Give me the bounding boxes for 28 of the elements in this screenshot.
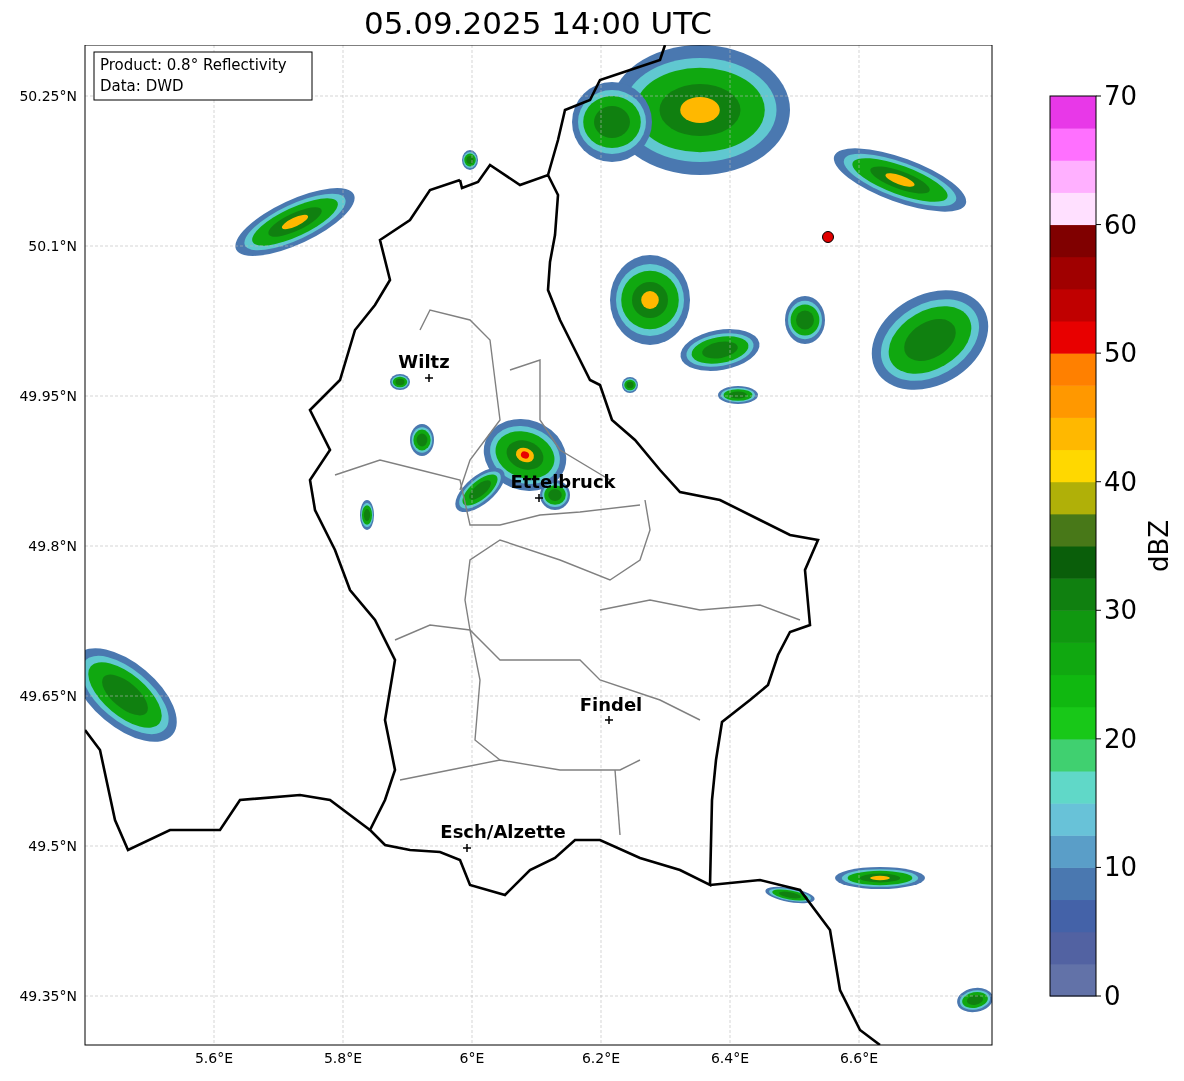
map-title: 05.09.2025 14:00 UTC [364, 4, 712, 41]
latitude-tick-label: 49.5°N [28, 838, 77, 854]
info-text: Data: DWD [100, 77, 184, 95]
latitude-tick-label: 49.8°N [28, 538, 77, 554]
longitude-tick-label: 6°E [459, 1050, 485, 1066]
city-label: Esch/Alzette [440, 821, 566, 842]
colorbar-axis-label: dBZ [1144, 519, 1174, 573]
latitude-tick-label: 50.1°N [28, 238, 77, 254]
colorbar-tick-label: 10 [1104, 852, 1138, 883]
latitude-tick-label: 49.35°N [19, 988, 77, 1004]
colorbar-tick-label: 20 [1104, 723, 1138, 754]
colorbar-tick-label: 70 [1104, 81, 1138, 111]
longitude-tick-label: 6.2°E [581, 1050, 621, 1066]
longitude-tick-label: 5.8°E [323, 1050, 363, 1066]
latitude-tick-label: 49.95°N [19, 388, 77, 404]
colorbar-tick-label: 50 [1104, 338, 1138, 369]
colorbar-tick-label: 40 [1104, 466, 1138, 497]
city-label: Wiltz [398, 351, 450, 372]
latitude-tick-label: 49.65°N [19, 688, 77, 704]
longitude-tick-label: 5.6°E [194, 1050, 234, 1066]
colorbar-tick-label: 60 [1104, 209, 1138, 240]
latitude-tick-label: 50.25°N [19, 88, 77, 104]
info-text: Product: 0.8° Reflectivity [100, 56, 287, 74]
colorbar-tick-label: 30 [1104, 595, 1138, 626]
longitude-tick-label: 6.4°E [710, 1050, 750, 1066]
city-label: Findel [579, 694, 643, 715]
longitude-tick-label: 6.6°E [839, 1050, 879, 1066]
colorbar-tick-label: 0 [1104, 981, 1121, 1011]
